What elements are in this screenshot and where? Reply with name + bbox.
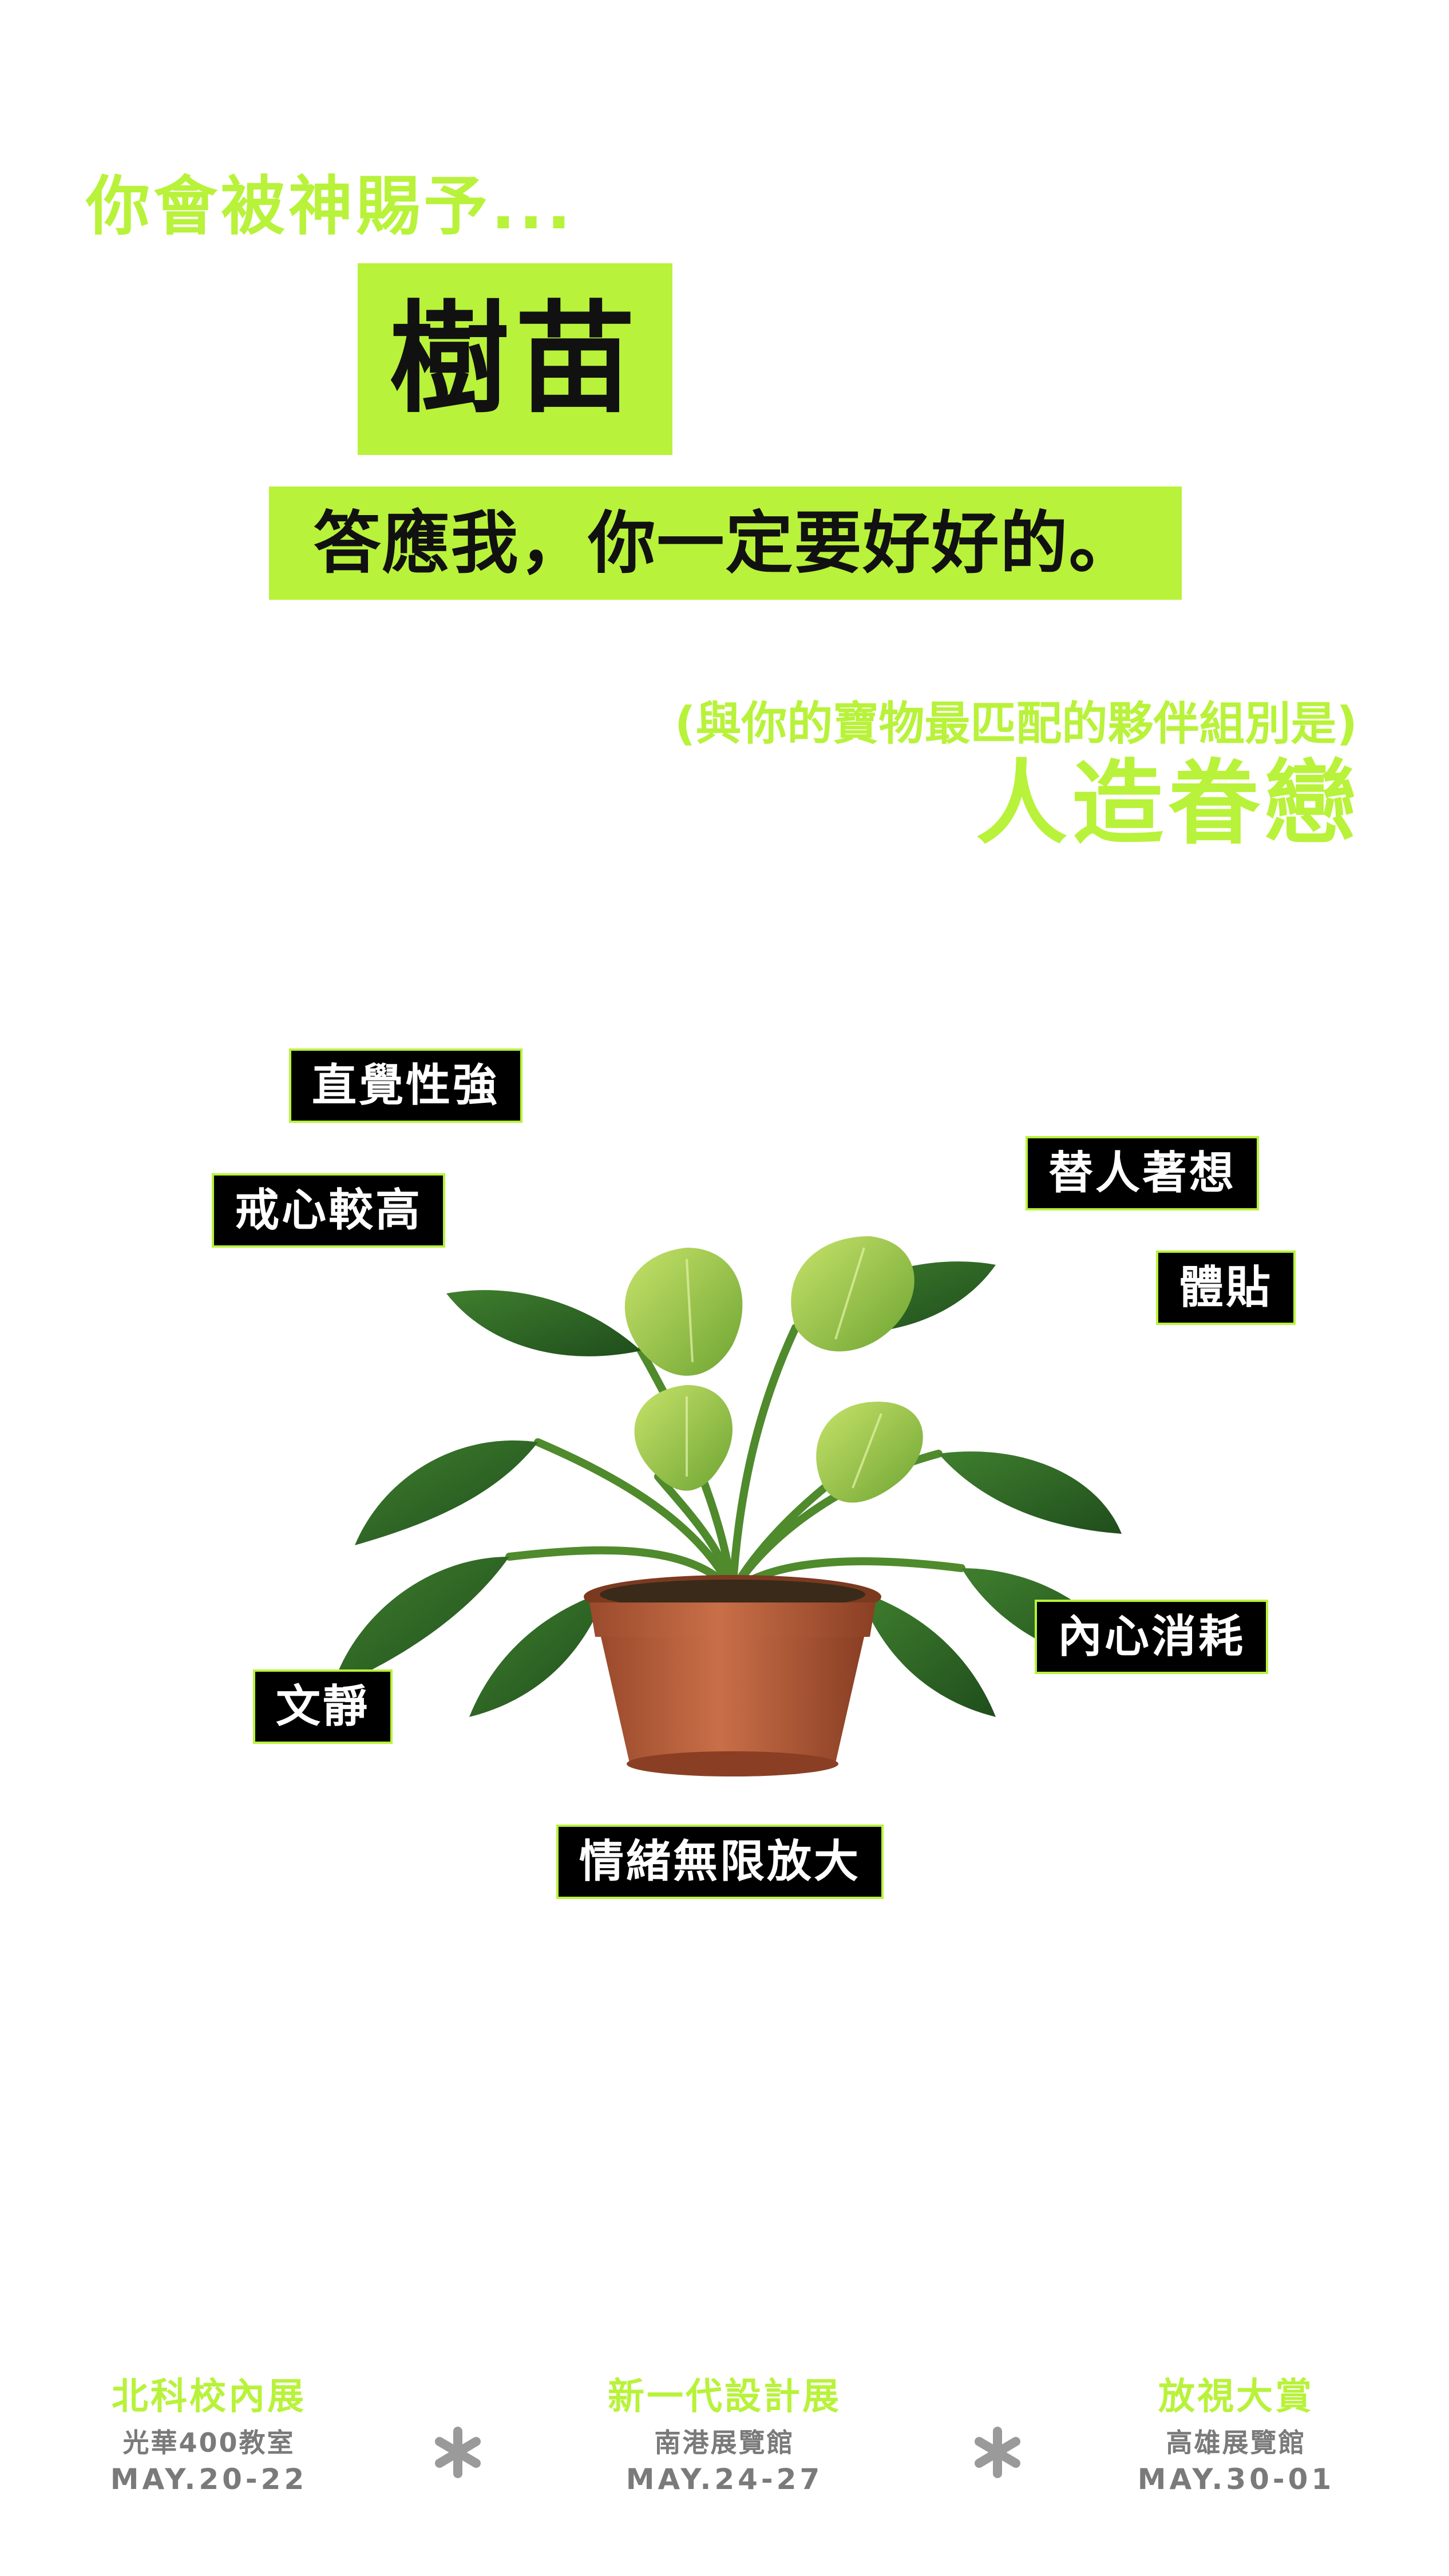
intro-heading: 你會被神賜予...: [86, 169, 575, 244]
footer-event-date: MAY.24-27: [625, 2462, 824, 2496]
asterisk-icon: [975, 2427, 1020, 2478]
gift-name: 樹苗: [389, 288, 641, 429]
footer-event-ntut: 北科校內展 光華400教室 MAY.20-22: [49, 2375, 369, 2496]
footer-event-date: MAY.30-01: [1137, 2462, 1335, 2496]
trait-tag: 直覺性強: [289, 1048, 523, 1123]
footer-event-young-designers: 新一代設計展 南港展覽館 MAY.24-27: [564, 2375, 885, 2496]
asterisk-icon: [435, 2427, 481, 2478]
gift-name-box: 樹苗: [358, 263, 672, 455]
trait-tag: 體貼: [1156, 1251, 1296, 1325]
footer-event-date: MAY.20-22: [110, 2462, 308, 2496]
trait-tag: 情緒無限放大: [556, 1825, 884, 1899]
footer-event-title: 新一代設計展: [608, 2376, 841, 2418]
footer-event-venue: 高雄展覽館: [1166, 2427, 1307, 2458]
footer-event-vision-award: 放視大賞 高雄展覽館 MAY.30-01: [1076, 2375, 1396, 2496]
trait-tag: 文靜: [253, 1669, 393, 1744]
promise-box: 答應我，你一定要好好的。: [269, 486, 1182, 600]
trait-tag: 戒心較高: [212, 1173, 446, 1248]
partner-group-name: 人造眷戀: [975, 750, 1360, 857]
footer-event-venue: 南港展覽館: [654, 2427, 795, 2458]
footer-event-title: 放視大賞: [1158, 2376, 1314, 2418]
trait-tag: 替人著想: [1026, 1136, 1260, 1210]
promise-text: 答應我，你一定要好好的。: [313, 504, 1138, 583]
footer-event-title: 北科校內展: [112, 2376, 306, 2418]
potted-plant-illustration: [332, 1236, 1133, 1776]
trait-tag: 內心消耗: [1035, 1600, 1269, 1674]
partner-note: (與你的寶物最匹配的夥伴組別是): [674, 697, 1357, 750]
footer-event-venue: 光華400教室: [122, 2427, 295, 2458]
